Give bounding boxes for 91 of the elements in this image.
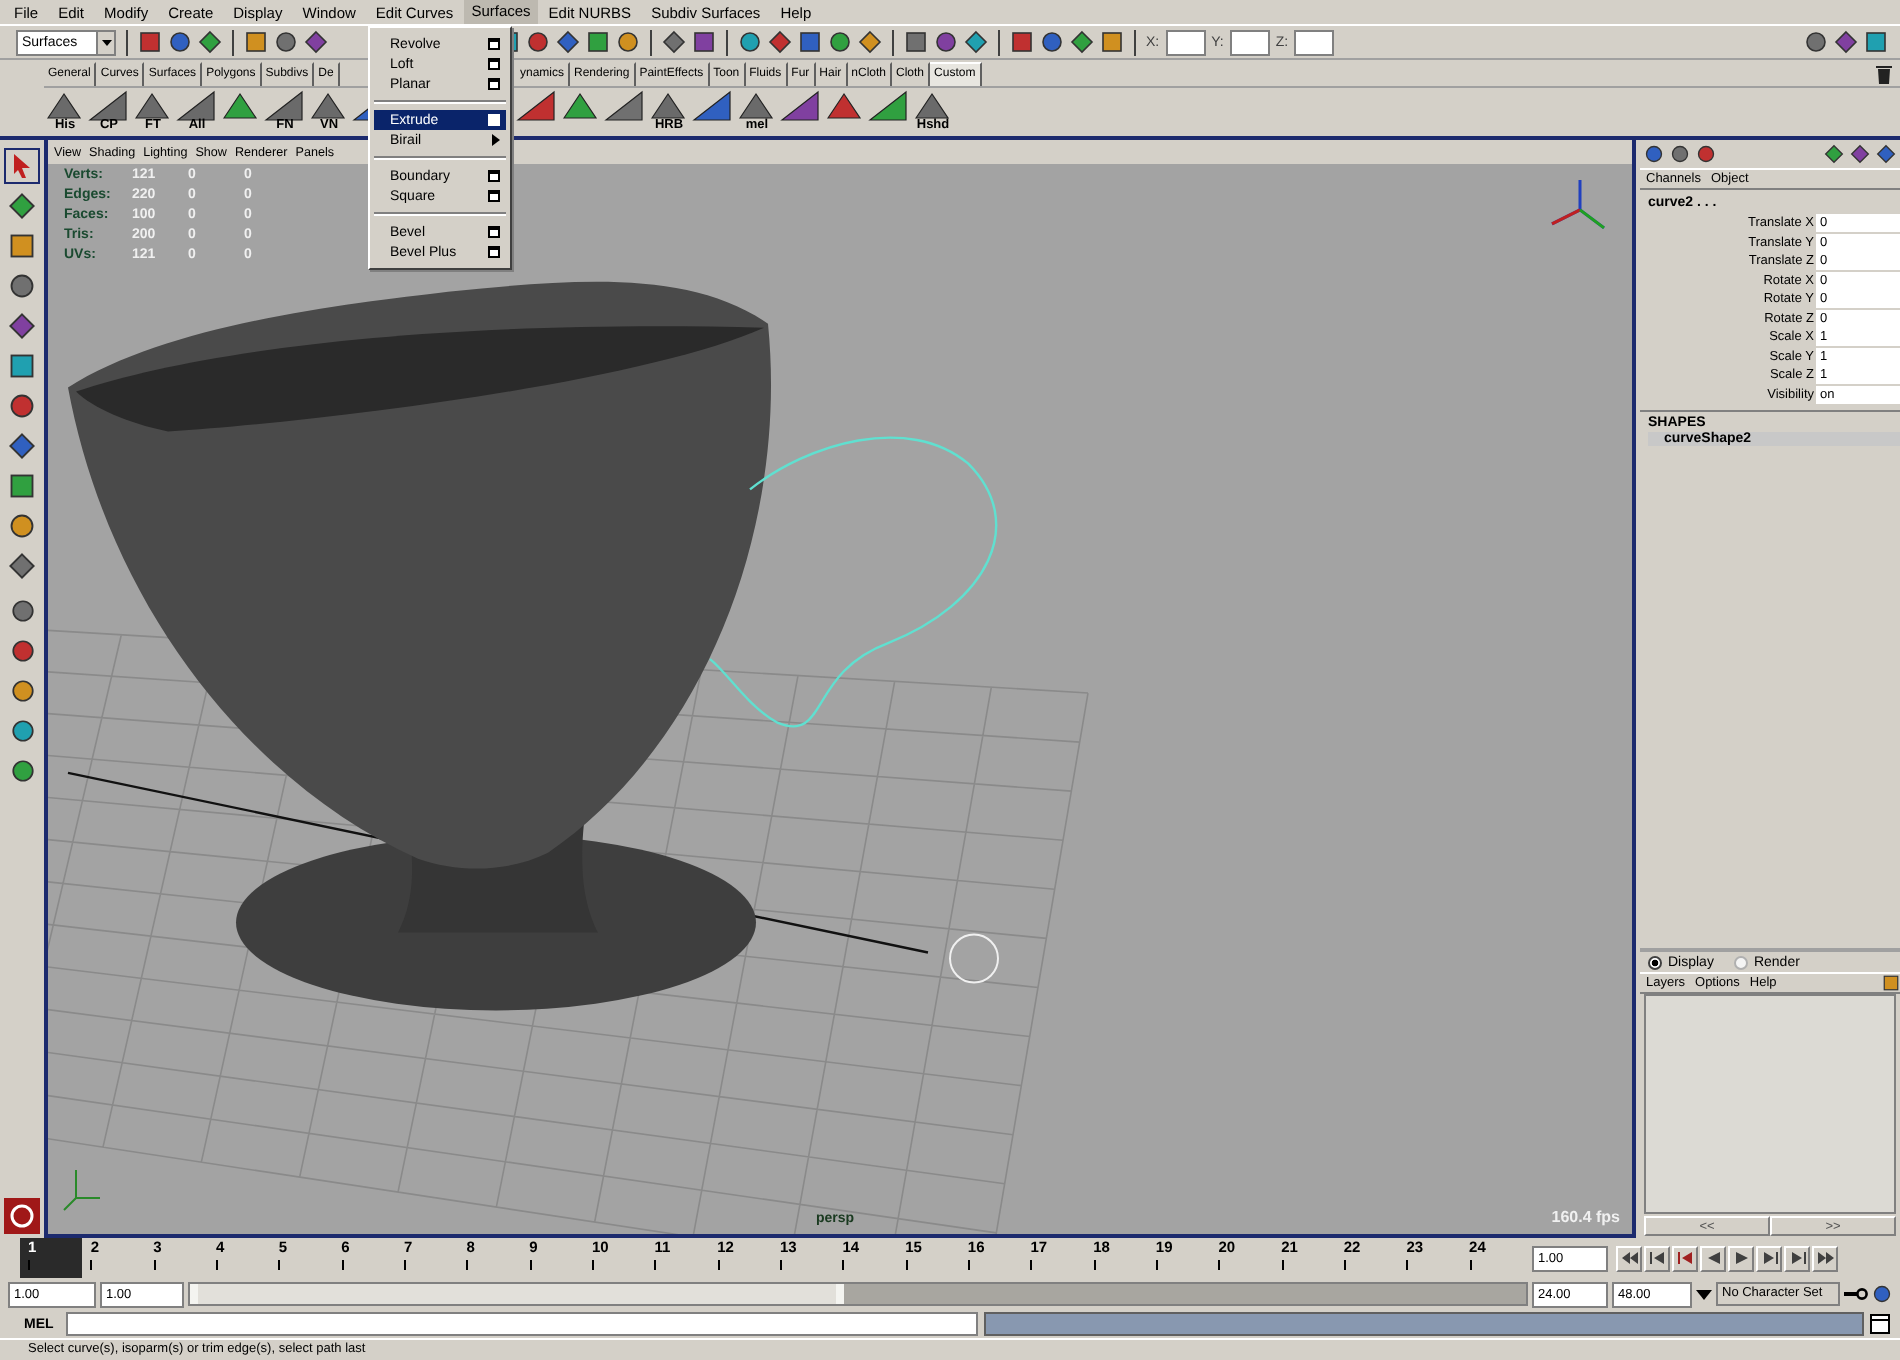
diamond-icon[interactable] bbox=[858, 30, 882, 54]
circle-icon[interactable] bbox=[274, 30, 298, 54]
playback-button[interactable] bbox=[1616, 1245, 1642, 1271]
trash-icon[interactable] bbox=[1876, 63, 1892, 83]
circle-icon[interactable] bbox=[1696, 144, 1716, 164]
caret-icon bbox=[101, 39, 111, 45]
square-icon[interactable] bbox=[798, 30, 822, 54]
go-to-end-icon bbox=[1815, 1248, 1835, 1268]
option-box-icon[interactable] bbox=[488, 78, 500, 90]
logo-icon[interactable] bbox=[4, 1198, 40, 1234]
circle-icon[interactable] bbox=[1670, 144, 1690, 164]
circle-icon[interactable] bbox=[1804, 30, 1828, 54]
circle-icon[interactable] bbox=[1644, 144, 1664, 164]
option-box-icon[interactable] bbox=[488, 246, 500, 258]
shelf-icon bbox=[560, 90, 600, 122]
diamond-icon[interactable] bbox=[662, 30, 686, 54]
option-box-icon[interactable] bbox=[488, 226, 500, 238]
command-input[interactable] bbox=[66, 1312, 978, 1336]
square-icon[interactable] bbox=[244, 30, 268, 54]
shelf-icon bbox=[264, 90, 304, 122]
shelf-icon bbox=[308, 90, 348, 122]
shelf-icon bbox=[220, 90, 260, 122]
circle-curve bbox=[949, 933, 999, 984]
square-icon[interactable] bbox=[904, 30, 928, 54]
circle-icon[interactable] bbox=[1872, 1284, 1892, 1304]
playback-button[interactable] bbox=[1728, 1245, 1754, 1271]
square-icon[interactable] bbox=[1100, 30, 1124, 54]
option-box-icon[interactable] bbox=[488, 170, 500, 182]
shelf-icon bbox=[648, 90, 688, 122]
shelf-icon bbox=[824, 90, 864, 122]
step-forward-frame-icon bbox=[1759, 1248, 1779, 1268]
option-box-icon[interactable] bbox=[488, 190, 500, 202]
step-back-frame-icon bbox=[1675, 1248, 1695, 1268]
view-axis-icon[interactable] bbox=[1550, 178, 1606, 230]
key-icon[interactable] bbox=[1844, 1288, 1868, 1300]
shelf-icon bbox=[88, 90, 128, 122]
play-backward-icon bbox=[1703, 1248, 1723, 1268]
square-icon[interactable] bbox=[1864, 30, 1888, 54]
playback-button[interactable] bbox=[1672, 1245, 1698, 1271]
caret-icon[interactable] bbox=[1696, 1289, 1712, 1299]
axis-indicator-icon bbox=[63, 1169, 101, 1212]
shelf-icon bbox=[604, 90, 644, 122]
shelf-icon bbox=[912, 90, 952, 122]
option-box-icon[interactable] bbox=[488, 58, 500, 70]
playback-button[interactable] bbox=[1756, 1245, 1782, 1271]
diamond-icon[interactable] bbox=[964, 30, 988, 54]
diamond-icon[interactable] bbox=[304, 30, 328, 54]
step-forward-key-icon bbox=[1787, 1248, 1807, 1268]
square-icon[interactable] bbox=[1882, 974, 1900, 992]
radio-button[interactable] bbox=[1733, 955, 1748, 969]
playback-button[interactable] bbox=[1784, 1245, 1810, 1271]
play-icon bbox=[1731, 1248, 1751, 1268]
circle-icon[interactable] bbox=[1040, 30, 1064, 54]
square-icon[interactable] bbox=[586, 30, 610, 54]
shelf-icon bbox=[516, 90, 556, 122]
go-to-start-icon bbox=[1619, 1248, 1639, 1268]
circle-icon[interactable] bbox=[168, 30, 192, 54]
circle-icon[interactable] bbox=[616, 30, 640, 54]
range-slider[interactable] bbox=[188, 1282, 1528, 1306]
circle-icon[interactable] bbox=[828, 30, 852, 54]
square-icon[interactable] bbox=[1010, 30, 1034, 54]
shelf-icon bbox=[44, 90, 84, 122]
shelf-icon bbox=[780, 90, 820, 122]
diamond-icon[interactable] bbox=[1834, 30, 1858, 54]
shelf-icon bbox=[692, 90, 732, 122]
fps-readout: 160.4 fps bbox=[1551, 1208, 1620, 1226]
arrow-pointer-icon bbox=[12, 154, 32, 178]
option-box-icon[interactable] bbox=[488, 38, 500, 50]
circle-icon[interactable] bbox=[738, 30, 762, 54]
playback-button[interactable] bbox=[1644, 1245, 1670, 1271]
shelf-icon bbox=[132, 90, 172, 122]
diamond-icon[interactable] bbox=[768, 30, 792, 54]
diamond-icon[interactable] bbox=[1070, 30, 1094, 54]
square-icon[interactable] bbox=[138, 30, 162, 54]
script-editor-icon[interactable] bbox=[1870, 1314, 1890, 1334]
x-field[interactable] bbox=[1165, 29, 1206, 55]
playback-button[interactable] bbox=[1700, 1245, 1726, 1271]
radio-button[interactable] bbox=[1648, 955, 1662, 969]
step-back-key-icon bbox=[1647, 1248, 1667, 1268]
circle-icon[interactable] bbox=[934, 30, 958, 54]
diamond-icon[interactable] bbox=[198, 30, 222, 54]
shelf-icon bbox=[176, 90, 216, 122]
diamond-icon[interactable] bbox=[556, 30, 580, 54]
shelf-icon bbox=[868, 90, 908, 122]
z-field[interactable] bbox=[1294, 29, 1335, 55]
playback-button[interactable] bbox=[1812, 1245, 1838, 1271]
square-icon[interactable] bbox=[692, 30, 716, 54]
circle-icon[interactable] bbox=[526, 30, 550, 54]
shelf-icon bbox=[736, 90, 776, 122]
select-tool-button[interactable] bbox=[4, 148, 40, 184]
y-field[interactable] bbox=[1229, 29, 1270, 55]
